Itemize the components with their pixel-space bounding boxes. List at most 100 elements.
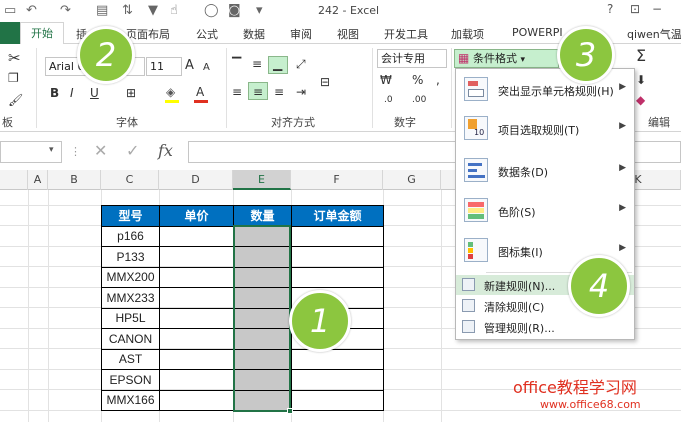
fill-handle[interactable] xyxy=(287,408,293,414)
model-cell[interactable]: AST xyxy=(101,348,160,370)
model-cell[interactable]: MMX233 xyxy=(101,287,160,309)
model-cell[interactable]: EPSON xyxy=(101,369,160,391)
price-cell[interactable] xyxy=(159,246,234,268)
quantity-cell[interactable] xyxy=(233,225,292,247)
autosum-button[interactable]: Σ xyxy=(636,48,646,64)
model-cell[interactable]: MMX200 xyxy=(101,266,160,288)
amount-cell[interactable] xyxy=(291,266,384,288)
price-cell[interactable] xyxy=(159,287,234,309)
tab-view[interactable]: 视图 xyxy=(337,26,359,42)
bold-button[interactable]: B xyxy=(50,85,59,101)
align-right-icon[interactable]: ≡ xyxy=(274,84,284,100)
help-button[interactable]: ? xyxy=(607,2,613,16)
header-price[interactable]: 单价 xyxy=(159,205,234,227)
quantity-cell[interactable] xyxy=(233,369,292,391)
menu-item-data-bars[interactable]: 数据条(D) ▶ xyxy=(456,153,634,189)
price-cell[interactable] xyxy=(159,348,234,370)
menu-item-color-scales[interactable]: 色阶(S) ▶ xyxy=(456,193,634,229)
price-cell[interactable] xyxy=(159,307,234,329)
header-model[interactable]: 型号 xyxy=(101,205,160,227)
filter-icon[interactable]: ▼ xyxy=(148,3,158,19)
header-amount[interactable]: 订单金额 xyxy=(291,205,384,227)
ribbon-display-button[interactable]: ⊡ xyxy=(630,2,640,16)
cancel-edit-button[interactable]: ✕ xyxy=(94,141,107,160)
font-size-combo[interactable]: 11 xyxy=(146,57,182,76)
camera-icon[interactable]: ◙ xyxy=(228,3,241,19)
fill-color-icon[interactable]: ◈ xyxy=(166,84,175,100)
tab-home[interactable]: 开始 xyxy=(20,22,64,45)
model-cell[interactable]: HP5L xyxy=(101,307,160,329)
shrink-font-button[interactable]: A xyxy=(203,60,210,76)
header-quantity[interactable]: 数量 xyxy=(233,205,292,227)
column-header-b[interactable]: B xyxy=(48,170,101,190)
price-cell[interactable] xyxy=(159,389,234,411)
model-cell[interactable]: CANON xyxy=(101,328,160,350)
touch-mode-icon[interactable]: ☝ xyxy=(170,3,178,19)
column-header-c[interactable]: C xyxy=(101,170,159,190)
orientation-icon[interactable]: ⤢ xyxy=(296,56,306,72)
name-box[interactable]: ▾ xyxy=(0,141,62,163)
column-header-e[interactable]: E xyxy=(233,170,291,190)
model-cell[interactable]: MMX166 xyxy=(101,389,160,411)
price-cell[interactable] xyxy=(159,369,234,391)
tab-formulas[interactable]: 公式 xyxy=(196,26,218,42)
align-left-icon[interactable]: ≡ xyxy=(232,84,242,100)
price-cell[interactable] xyxy=(159,266,234,288)
font-color-button[interactable]: A xyxy=(196,84,204,100)
accounting-format-icon[interactable]: ₩ xyxy=(380,72,392,88)
cut-icon[interactable]: ✂ xyxy=(8,50,21,66)
select-all-corner[interactable] xyxy=(0,170,28,190)
column-header-f[interactable]: F xyxy=(291,170,383,190)
borders-icon[interactable]: ⊞ xyxy=(126,85,136,101)
enter-edit-button[interactable]: ✓ xyxy=(126,141,139,160)
menu-item-top-bottom-rules[interactable]: 10 项目选取规则(T) ▶ xyxy=(456,111,634,147)
quantity-cell[interactable] xyxy=(233,246,292,268)
percent-button[interactable]: % xyxy=(412,72,423,88)
column-header-g[interactable]: G xyxy=(383,170,441,190)
quantity-cell[interactable] xyxy=(233,307,292,329)
undo-icon[interactable]: ↶ xyxy=(26,3,37,19)
copy-icon[interactable]: ❐ xyxy=(8,70,19,86)
redo-icon[interactable]: ↷ xyxy=(60,3,71,19)
customize-qat-icon[interactable]: ▾ xyxy=(256,3,263,19)
align-top-icon[interactable]: ▔ xyxy=(232,56,241,72)
amount-cell[interactable] xyxy=(291,369,384,391)
increase-decimal-icon[interactable]: .0 xyxy=(384,92,393,108)
amount-cell[interactable] xyxy=(291,348,384,370)
italic-button[interactable]: I xyxy=(70,85,74,101)
conditional-formatting-button[interactable]: ▦ 条件格式 ▾ xyxy=(454,49,559,68)
model-cell[interactable]: p166 xyxy=(101,225,160,247)
sort-icon[interactable]: ⇅ xyxy=(122,3,133,19)
quantity-cell[interactable] xyxy=(233,287,292,309)
indent-icon[interactable]: ⇥ xyxy=(296,84,306,100)
quantity-cell[interactable] xyxy=(233,328,292,350)
menu-item-highlight-rules[interactable]: 突出显示单元格规则(H) ▶ xyxy=(456,72,634,108)
comma-button[interactable]: , xyxy=(436,72,440,88)
format-painter-icon[interactable]: 🖌 xyxy=(8,92,23,108)
amount-cell[interactable] xyxy=(291,225,384,247)
number-format-combo[interactable]: 会计专用 xyxy=(377,49,447,68)
decrease-decimal-icon[interactable]: .00 xyxy=(412,92,426,108)
tab-file[interactable] xyxy=(0,22,20,44)
insert-function-button[interactable]: fx xyxy=(158,141,173,160)
align-middle-icon[interactable]: ≡ xyxy=(252,56,262,72)
price-cell[interactable] xyxy=(159,225,234,247)
tab-qiwen[interactable]: qiwen气温 xyxy=(627,26,681,42)
tab-page-layout[interactable]: 页面布局 xyxy=(126,26,170,42)
merge-center-icon[interactable]: ⊟ xyxy=(320,74,330,90)
tab-review[interactable]: 审阅 xyxy=(290,26,312,42)
align-bottom-icon[interactable]: ▁ xyxy=(273,56,282,72)
quantity-cell[interactable] xyxy=(233,389,292,411)
clear-icon[interactable]: ◆ xyxy=(636,92,645,108)
underline-button[interactable]: U xyxy=(90,85,99,101)
namebox-dropdown-icon[interactable]: ▾ xyxy=(49,145,54,155)
minimize-button[interactable]: − xyxy=(652,2,662,16)
quantity-cell[interactable] xyxy=(233,348,292,370)
grow-font-button[interactable]: A xyxy=(185,58,194,74)
tab-powerpivot[interactable]: POWERPI xyxy=(512,26,563,39)
quantity-cell[interactable] xyxy=(233,266,292,288)
align-center-icon[interactable]: ≡ xyxy=(253,84,263,100)
amount-cell[interactable] xyxy=(291,389,384,411)
save-icon[interactable]: ▭ xyxy=(4,3,16,19)
tab-addins[interactable]: 加载项 xyxy=(451,26,484,42)
